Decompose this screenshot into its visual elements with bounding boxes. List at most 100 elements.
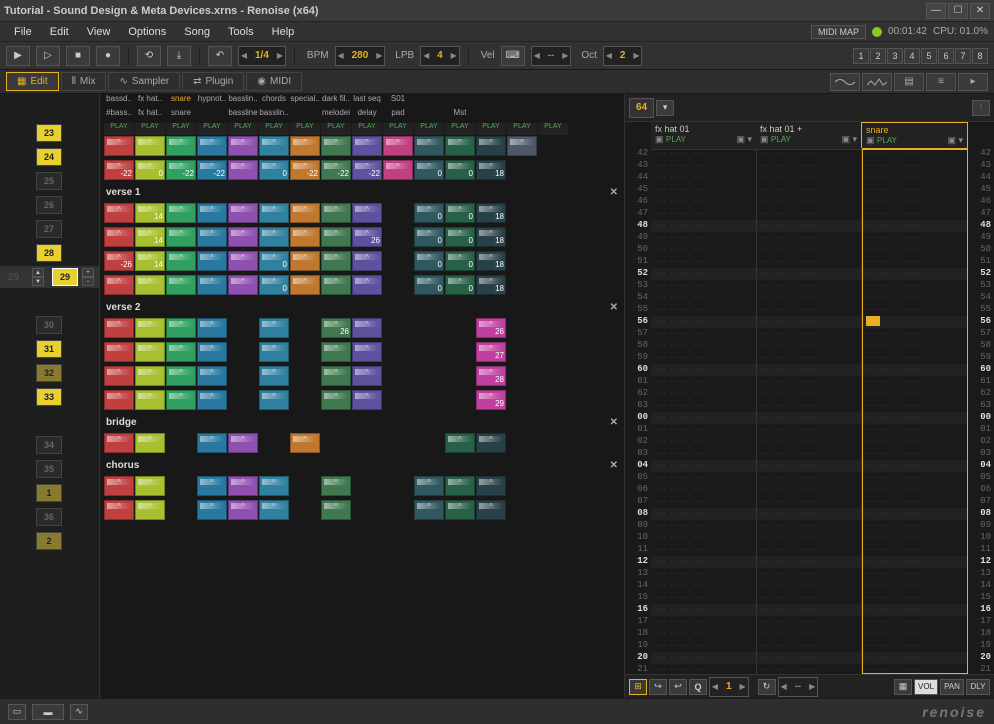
pattern-cell[interactable]: ··· ·· ·· ···· bbox=[757, 616, 862, 628]
clip-cell[interactable]: ^ bbox=[104, 318, 134, 338]
clip-cell[interactable]: ^ bbox=[228, 251, 258, 271]
sequencer-cell[interactable]: 25 bbox=[36, 172, 62, 190]
clip-cell[interactable]: ^0 bbox=[414, 227, 444, 247]
sequencer-row[interactable]: 25 bbox=[0, 170, 99, 192]
pattern-cell[interactable]: ··· ·· ·· ···· bbox=[862, 280, 967, 292]
pattern-cell[interactable]: ··· ·· ·· ···· bbox=[651, 328, 756, 340]
clip-cell[interactable]: ^0 bbox=[135, 160, 165, 180]
snap-6[interactable]: 6 bbox=[938, 48, 954, 64]
wrap-icon[interactable]: ↪ bbox=[649, 679, 667, 695]
clip-cell[interactable]: ^0 bbox=[445, 160, 475, 180]
sequencer-row[interactable]: 34 bbox=[0, 434, 99, 456]
pattern-cell[interactable]: ··· ·· ·· ···· bbox=[651, 400, 756, 412]
clip-cell[interactable]: ^ bbox=[321, 476, 351, 496]
clip-cell[interactable]: ^ bbox=[228, 433, 258, 453]
pattern-cell[interactable]: ··· ·· ·· ···· bbox=[757, 268, 862, 280]
maximize-button[interactable]: ☐ bbox=[948, 3, 968, 19]
clip-cell[interactable] bbox=[228, 342, 258, 362]
sequencer-row[interactable]: 36 bbox=[0, 506, 99, 528]
clip-cell[interactable]: ^-22 bbox=[321, 160, 351, 180]
clip-cell[interactable]: ^ bbox=[135, 390, 165, 410]
clip-cell[interactable] bbox=[414, 390, 444, 410]
pattern-cell[interactable]: ··· ·· ·· ···· bbox=[862, 232, 967, 244]
track-play-button[interactable]: PLAY bbox=[166, 123, 196, 135]
clip-cell[interactable]: ^ bbox=[197, 433, 227, 453]
pattern-cell[interactable]: ··· ·· ·· ···· bbox=[651, 532, 756, 544]
pattern-cell[interactable]: ··· ·· ·· ···· bbox=[757, 160, 862, 172]
clip-cell[interactable] bbox=[321, 433, 351, 453]
sequencer-row[interactable]: 2 bbox=[0, 530, 99, 552]
pattern-cell[interactable]: ··· ·· ·· ···· bbox=[651, 388, 756, 400]
clip-cell[interactable]: ^ bbox=[445, 476, 475, 496]
track-play-button[interactable]: PLAY bbox=[135, 123, 165, 135]
sequencer-row[interactable]: 28 bbox=[0, 242, 99, 264]
clip-cell[interactable]: ^ bbox=[135, 433, 165, 453]
clip-cell[interactable]: ^ bbox=[228, 227, 258, 247]
pattern-cell[interactable]: ··· ·· ·· ···· bbox=[862, 328, 967, 340]
clip-cell[interactable]: ^ bbox=[228, 160, 258, 180]
track-name[interactable]: fx hat.. bbox=[135, 94, 165, 108]
clip-cell[interactable]: ^ bbox=[135, 366, 165, 386]
pattern-cell[interactable]: ··· ·· ·· ···· bbox=[757, 436, 862, 448]
caret-down-icon[interactable]: ▾ bbox=[656, 100, 674, 116]
pattern-cell[interactable]: ··· ·· ·· ···· bbox=[757, 508, 862, 520]
track-name[interactable]: special.. bbox=[290, 94, 320, 108]
track-play-button[interactable]: PLAY bbox=[321, 123, 351, 135]
clip-cell[interactable]: ^ bbox=[197, 251, 227, 271]
clip-cell[interactable] bbox=[507, 203, 537, 223]
clip-cell[interactable] bbox=[383, 366, 413, 386]
pattern-cell[interactable]: ··· ·· ·· ···· bbox=[862, 220, 967, 232]
tab-edit[interactable]: ▦Edit bbox=[6, 72, 59, 91]
oct-spinner[interactable]: ◀ 2 ▶ bbox=[603, 46, 643, 66]
clip-cell[interactable] bbox=[383, 433, 413, 453]
track-play-button[interactable]: PLAY bbox=[445, 123, 475, 135]
menu-view[interactable]: View bbox=[79, 24, 119, 40]
pattern-cell[interactable]: ··· ·· ·· ···· bbox=[757, 316, 862, 328]
scope-list-button[interactable]: ≡ bbox=[926, 73, 956, 91]
clip-cell[interactable]: ^ bbox=[321, 136, 351, 156]
clip-cell[interactable] bbox=[507, 433, 537, 453]
clip-cell[interactable]: ^ bbox=[290, 136, 320, 156]
pattern-cell[interactable]: ··· ·· ·· ···· bbox=[651, 652, 756, 664]
track-name[interactable]: snare bbox=[166, 94, 196, 108]
q-button[interactable]: Q bbox=[689, 679, 707, 695]
clip-cell[interactable]: ^ bbox=[104, 476, 134, 496]
pattern-cell[interactable]: ··· ·· ·· ···· bbox=[757, 244, 862, 256]
snap-3[interactable]: 3 bbox=[887, 48, 903, 64]
midimap-button[interactable]: MIDI MAP bbox=[811, 25, 866, 39]
clip-cell[interactable] bbox=[383, 251, 413, 271]
pattern-cell[interactable]: ··· ·· ·· ···· bbox=[651, 244, 756, 256]
sequencer-cell[interactable]: 36 bbox=[36, 508, 62, 526]
pattern-cell[interactable]: ··· ·· ·· ···· bbox=[757, 184, 862, 196]
clip-cell[interactable]: ^ bbox=[104, 390, 134, 410]
clip-cell[interactable]: ^ bbox=[166, 275, 196, 295]
clip-cell[interactable]: ^26 bbox=[321, 318, 351, 338]
pattern-cell[interactable]: ··· ·· ·· ···· bbox=[757, 556, 862, 568]
clip-cell[interactable]: ^ bbox=[259, 227, 289, 247]
lpb-spinner[interactable]: ◀ 4 ▶ bbox=[420, 46, 460, 66]
pattern-track-head-2[interactable]: fx hat 01 + ▣ PLAY ▣ ▾ bbox=[756, 122, 861, 150]
clip-cell[interactable] bbox=[383, 390, 413, 410]
clip-cell[interactable]: ^ bbox=[166, 227, 196, 247]
track-name[interactable]: chords bbox=[259, 94, 289, 108]
pattern-length-spinner[interactable]: 64 bbox=[629, 98, 654, 118]
clip-cell[interactable]: ^ bbox=[352, 342, 382, 362]
pattern-cell[interactable]: ··· ·· ·· ···· bbox=[757, 580, 862, 592]
pattern-cell[interactable]: ··· ·· ·· ···· bbox=[757, 388, 862, 400]
clip-cell[interactable]: ^ bbox=[104, 203, 134, 223]
clip-cell[interactable]: ^0 bbox=[414, 160, 444, 180]
clip-cell[interactable]: ^-22 bbox=[166, 160, 196, 180]
clip-cell[interactable]: ^-22 bbox=[290, 160, 320, 180]
clip-cell[interactable]: ^ bbox=[104, 500, 134, 520]
pattern-cell[interactable]: ··· ·· ·· ···· bbox=[862, 580, 967, 592]
clip-cell[interactable] bbox=[383, 275, 413, 295]
clip-cell[interactable] bbox=[414, 433, 444, 453]
pattern-cell[interactable]: ··· ·· ·· ···· bbox=[651, 544, 756, 556]
pattern-cell[interactable]: ··· ·· ·· ···· bbox=[651, 628, 756, 640]
clip-cell[interactable]: ^ bbox=[166, 366, 196, 386]
clip-cell[interactable]: ^ bbox=[352, 136, 382, 156]
vol-button[interactable]: VOL bbox=[914, 679, 938, 695]
track-name[interactable] bbox=[414, 108, 444, 122]
cycle-icon[interactable]: ↻ bbox=[758, 679, 776, 695]
clip-cell[interactable]: ^ bbox=[414, 476, 444, 496]
